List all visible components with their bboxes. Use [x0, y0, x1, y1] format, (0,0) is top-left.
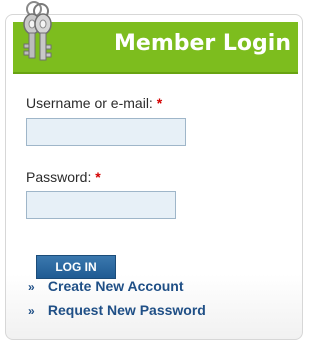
required-mark: * — [156, 95, 163, 111]
create-account-row: » Create New Account — [28, 278, 184, 294]
password-label: Password: * — [26, 169, 101, 185]
login-button[interactable]: LOG IN — [36, 255, 116, 279]
request-password-row: » Request New Password — [28, 302, 206, 318]
bullet-icon: » — [28, 304, 35, 318]
keys-icon — [23, 1, 52, 61]
password-input[interactable] — [26, 191, 176, 219]
page-title: Member Login — [114, 31, 291, 56]
create-account-link[interactable]: Create New Account — [48, 278, 184, 294]
username-label-text: Username or e-mail: — [26, 95, 153, 111]
password-label-text: Password: — [26, 169, 92, 185]
bullet-icon: » — [28, 280, 35, 294]
required-mark: * — [95, 169, 101, 185]
username-label: Username or e-mail: * — [26, 95, 162, 111]
request-password-link[interactable]: Request New Password — [48, 302, 206, 318]
username-input[interactable] — [26, 118, 186, 146]
